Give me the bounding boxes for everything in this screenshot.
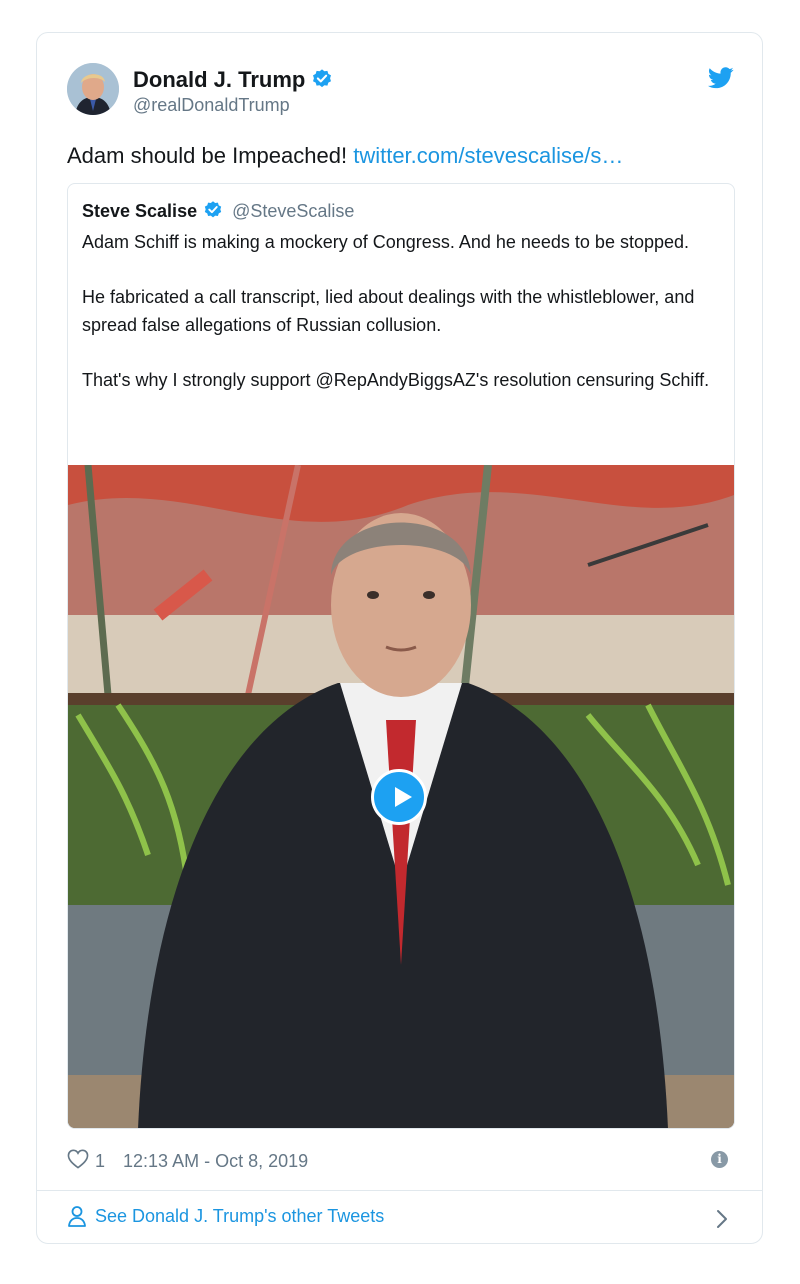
quoted-tweet[interactable]: Steve Scalise @SteveScalise Adam Schiff … xyxy=(67,183,735,1129)
like-count: 1 xyxy=(95,1151,106,1171)
quoted-author-handle[interactable]: @SteveScalise xyxy=(232,201,354,221)
info-icon[interactable]: i xyxy=(711,1151,728,1168)
twitter-bird-icon[interactable] xyxy=(707,67,734,94)
tweet-meta: 1 12:13 AM - Oct 8, 2019 xyxy=(67,1149,308,1174)
quoted-author-name[interactable]: Steve Scalise xyxy=(82,201,197,221)
quoted-paragraph: That's why I strongly support @RepAndyBi… xyxy=(82,370,710,390)
author-name-text[interactable]: Donald J. Trump xyxy=(133,67,305,92)
heart-icon[interactable] xyxy=(67,1149,89,1174)
avatar[interactable] xyxy=(67,63,119,115)
quoted-paragraph: Adam Schiff is making a mockery of Congr… xyxy=(82,232,690,252)
verified-badge-icon xyxy=(311,68,333,96)
quoted-tweet-text: Adam Schiff is making a mockery of Congr… xyxy=(82,228,722,421)
verified-badge-icon xyxy=(203,200,223,225)
embedded-tweet-card: Donald J. Trump @realDonaldTrump Adam sh… xyxy=(36,32,763,1244)
author-name[interactable]: Donald J. Trump xyxy=(133,67,333,96)
video-thumbnail[interactable] xyxy=(68,465,734,1128)
other-tweets-link[interactable]: See Donald J. Trump's other Tweets xyxy=(67,1205,384,1227)
quoted-tweet-header: Steve Scalise @SteveScalise xyxy=(82,200,354,225)
chevron-right-icon[interactable] xyxy=(716,1209,728,1234)
play-icon[interactable] xyxy=(371,769,427,825)
person-icon xyxy=(68,1206,86,1227)
tweet-text: Adam should be Impeached! twitter.com/st… xyxy=(67,141,623,171)
divider xyxy=(37,1190,762,1191)
tweet-link[interactable]: twitter.com/stevescalise/s… xyxy=(353,143,623,168)
other-tweets-label[interactable]: See Donald J. Trump's other Tweets xyxy=(95,1206,384,1227)
quoted-paragraph: He fabricated a call transcript, lied ab… xyxy=(82,287,695,335)
timestamp[interactable]: 12:13 AM - Oct 8, 2019 xyxy=(123,1151,308,1172)
tweet-body: Adam should be Impeached! xyxy=(67,143,348,168)
author-handle[interactable]: @realDonaldTrump xyxy=(133,95,290,116)
